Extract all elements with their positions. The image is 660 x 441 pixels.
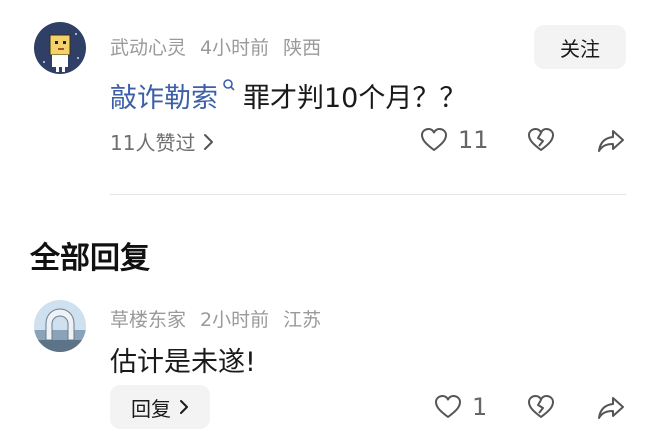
avatar[interactable]	[34, 300, 86, 352]
reply-button[interactable]: 回复	[110, 385, 210, 429]
comment-body: 敲诈勒索 罪才判10个月？？	[110, 76, 466, 115]
divider	[110, 194, 626, 195]
reply-text: 估计是未遂!	[110, 347, 256, 378]
share-icon[interactable]	[596, 395, 626, 421]
reply-button-label: 回复	[131, 396, 171, 421]
search-icon[interactable]	[221, 78, 237, 94]
comment-like-count: 11	[458, 126, 489, 154]
reply-location: 江苏	[283, 309, 322, 331]
reply-like-button[interactable]: 1	[434, 393, 487, 421]
reply-username[interactable]: 草楼东家	[110, 305, 186, 332]
likers-link[interactable]: 11人赞过	[110, 127, 215, 156]
chevron-right-icon	[180, 400, 188, 414]
reply-time: 2小时前	[200, 309, 270, 331]
follow-button[interactable]: 关注	[534, 25, 626, 69]
chevron-right-icon	[204, 133, 214, 150]
heart-icon	[421, 128, 447, 151]
avatar[interactable]	[34, 22, 86, 74]
reply-meta: 草楼东家 2小时前 江苏	[110, 305, 321, 332]
comment-meta: 武动心灵 4小时前 陕西	[110, 33, 321, 60]
heart-icon	[435, 395, 461, 418]
section-title: 全部回复	[30, 241, 150, 276]
comment-username[interactable]: 武动心灵	[110, 33, 186, 60]
reply-like-count: 1	[472, 393, 488, 421]
comment-search-link[interactable]: 敲诈勒索	[110, 76, 218, 115]
comment-location: 陕西	[283, 37, 322, 59]
likers-text: 11人赞过	[110, 131, 196, 155]
share-icon[interactable]	[596, 128, 626, 154]
comment-time: 4小时前	[200, 37, 270, 59]
comment-like-button[interactable]: 11	[420, 126, 489, 154]
comment-text: 罪才判10个月？？	[243, 83, 467, 114]
broken-heart-icon[interactable]	[527, 394, 555, 420]
reply-body: 估计是未遂!	[110, 340, 256, 379]
broken-heart-icon[interactable]	[527, 127, 555, 153]
